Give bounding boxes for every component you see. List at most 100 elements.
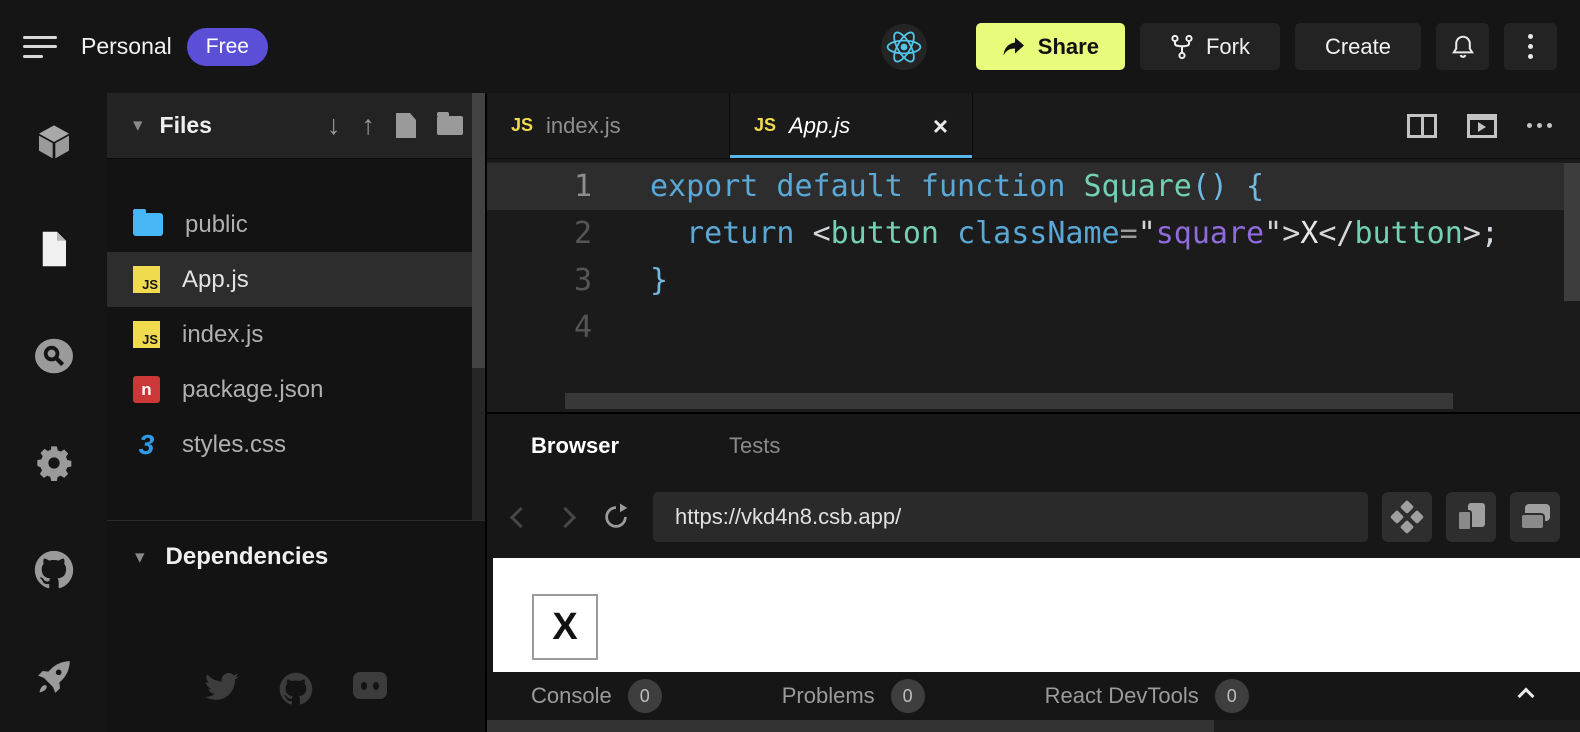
dependencies-caret-icon[interactable]: ▾ — [135, 546, 145, 569]
editor-vscrollbar-thumb[interactable] — [1564, 163, 1580, 301]
forward-icon[interactable] — [555, 506, 576, 527]
js-icon: JS — [754, 115, 776, 136]
preview-window-icon[interactable] — [1467, 114, 1497, 138]
file-row-styles.css[interactable]: 3 styles.css — [107, 417, 485, 472]
close-icon[interactable]: × — [933, 113, 948, 139]
file-row-index.js[interactable]: JS index.js — [107, 307, 485, 362]
social-links — [107, 672, 485, 706]
js-file-icon: JS — [133, 266, 160, 293]
editor-tab-index.js[interactable]: JSindex.js — [487, 93, 730, 158]
devtools-label: Problems — [782, 683, 875, 709]
line-number: 4 — [487, 304, 592, 351]
search-icon[interactable] — [32, 334, 76, 378]
tab-label: App.js — [789, 113, 850, 139]
dependencies-header[interactable]: ▾ Dependencies — [107, 520, 485, 571]
twitter-icon[interactable] — [205, 672, 239, 706]
gear-icon[interactable] — [32, 441, 76, 485]
refresh-icon[interactable] — [601, 502, 631, 532]
codesandbox-app: Personal Free Share — [0, 0, 1580, 732]
code-line-2[interactable]: 2 return <button className="square">X</b… — [487, 210, 1580, 257]
menu-icon[interactable] — [23, 36, 57, 58]
file-name: App.js — [182, 266, 249, 294]
file-name: index.js — [182, 321, 263, 349]
fork-button[interactable]: Fork — [1140, 23, 1280, 70]
devtools-tab-console[interactable]: Console0 — [531, 679, 662, 713]
create-button[interactable]: Create — [1295, 23, 1421, 70]
line-text: export default function Square() { — [592, 163, 1264, 210]
js-file-icon: JS — [133, 321, 160, 348]
code-line-3[interactable]: 3} — [487, 257, 1580, 304]
split-view-icon[interactable] — [1407, 114, 1437, 138]
css-file-icon: 3 — [133, 431, 160, 458]
react-logo-button[interactable] — [881, 24, 927, 70]
preview-tab-browser[interactable]: Browser — [531, 433, 619, 459]
activity-bar — [0, 93, 107, 732]
open-new-window-button[interactable] — [1510, 492, 1560, 542]
react-logo-icon — [886, 29, 922, 65]
new-folder-icon[interactable] — [437, 116, 463, 135]
files-title: Files — [160, 112, 212, 139]
preview-tab-tests[interactable]: Tests — [729, 433, 780, 459]
file-name: package.json — [182, 376, 323, 404]
files-caret-icon[interactable]: ▾ — [133, 114, 143, 137]
explorer-scrollbar-thumb[interactable] — [472, 93, 485, 368]
browser-nav-bar: https://vkd4n8.csb.app/ — [487, 478, 1580, 556]
devtools-tab-react-devtools[interactable]: React DevTools0 — [1045, 679, 1249, 713]
panel-scrollbar-thumb[interactable] — [487, 720, 1214, 732]
line-text: } — [592, 257, 668, 304]
file-row-App.js[interactable]: JS App.js — [107, 252, 485, 307]
file-list: public JS App.js JS index.js n package.json 3 st… — [107, 159, 485, 472]
back-icon[interactable] — [510, 506, 531, 527]
workspace-name[interactable]: Personal — [81, 33, 172, 60]
preview-actions-button[interactable] — [1382, 492, 1432, 542]
rocket-icon[interactable] — [32, 655, 76, 699]
editor-tab-App.js[interactable]: JS App.js × — [730, 93, 973, 158]
code-line-4[interactable]: 4 — [487, 304, 1580, 351]
file-row-package.json[interactable]: n package.json — [107, 362, 485, 417]
dependencies-title: Dependencies — [166, 543, 329, 571]
kebab-menu-icon — [1528, 34, 1533, 59]
code-editor[interactable]: 1export default function Square() {2 ret… — [487, 159, 1580, 411]
discord-icon[interactable] — [353, 672, 387, 699]
fork-label: Fork — [1206, 34, 1250, 60]
editor-more-icon[interactable] — [1527, 123, 1552, 128]
new-file-icon[interactable] — [396, 113, 416, 138]
github-icon[interactable] — [32, 548, 76, 592]
file-row-public[interactable]: public — [107, 197, 485, 252]
upload-icon[interactable]: ↑ — [362, 112, 376, 139]
github-link-icon[interactable] — [279, 672, 313, 706]
line-text — [592, 304, 650, 351]
explorer-scrollbar-track — [472, 368, 485, 520]
url-input[interactable]: https://vkd4n8.csb.app/ — [653, 492, 1368, 542]
js-icon: JS — [511, 115, 533, 136]
download-icon[interactable]: ↓ — [327, 112, 341, 139]
url-text: https://vkd4n8.csb.app/ — [675, 504, 901, 530]
editor-region: JSindex.jsJSApp.js× 1export default func… — [485, 93, 1580, 412]
panel-scrollbar-track — [487, 720, 1580, 732]
code-line-1[interactable]: 1export default function Square() { — [487, 163, 1580, 210]
file-name: public — [185, 211, 248, 239]
bell-icon — [1450, 33, 1476, 61]
file-name: styles.css — [182, 431, 286, 459]
editor-tab-bar: JSindex.jsJSApp.js× — [487, 93, 1580, 159]
browser-preview: X — [493, 558, 1580, 672]
devtools-tab-problems[interactable]: Problems0 — [782, 679, 925, 713]
more-options-button[interactable] — [1504, 23, 1557, 70]
square-button[interactable]: X — [532, 594, 598, 660]
explorer-file-icon[interactable] — [32, 227, 76, 271]
chevron-up-icon[interactable] — [1518, 688, 1535, 705]
devtools-label: React DevTools — [1045, 683, 1199, 709]
plan-badge: Free — [187, 28, 268, 66]
top-bar: Personal Free Share — [0, 0, 1580, 93]
share-button[interactable]: Share — [976, 23, 1125, 70]
code-lines: 1export default function Square() {2 ret… — [487, 163, 1580, 351]
files-header: ▾ Files ↓ ↑ — [107, 93, 485, 159]
fork-icon — [1170, 34, 1194, 60]
line-number: 1 — [487, 163, 592, 210]
editor-tabs: JSindex.jsJSApp.js× — [487, 93, 973, 158]
editor-hscrollbar-thumb[interactable] — [565, 393, 1453, 409]
notifications-button[interactable] — [1436, 23, 1489, 70]
npm-file-icon: n — [133, 376, 160, 403]
responsive-mode-button[interactable] — [1446, 492, 1496, 542]
sandbox-cube-icon[interactable] — [32, 120, 76, 164]
